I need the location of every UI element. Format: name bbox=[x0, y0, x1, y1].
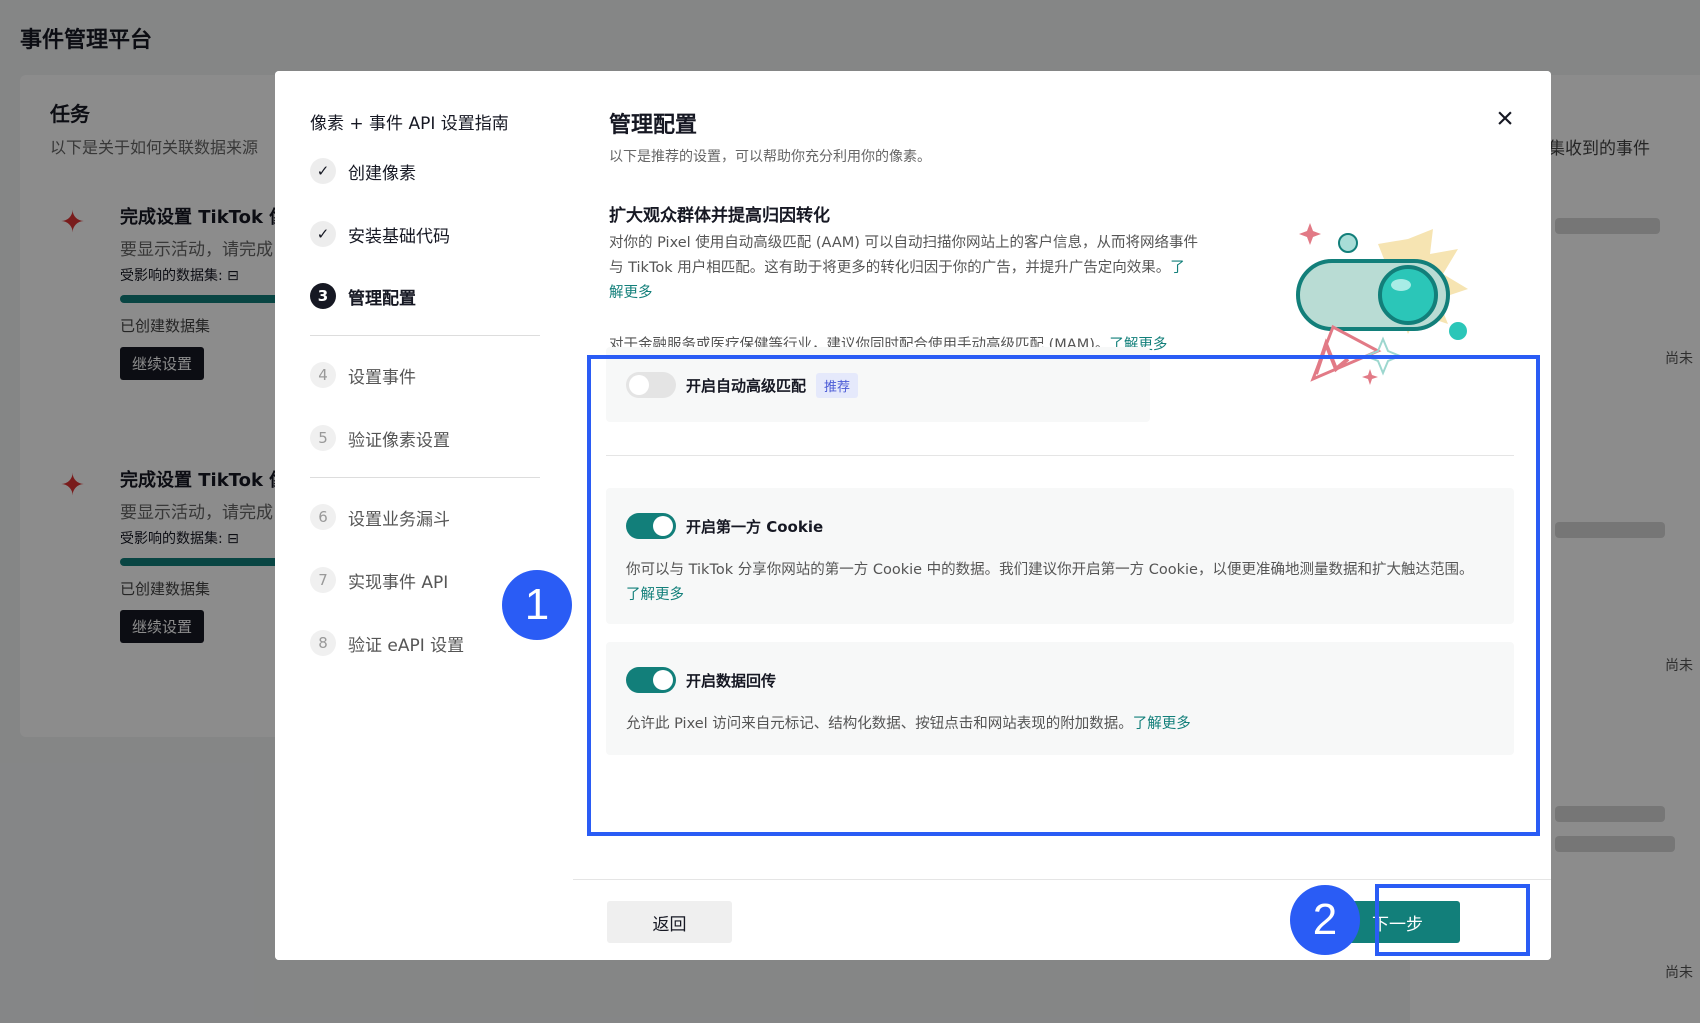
annotation-box-options bbox=[587, 355, 1540, 836]
step-setup-events[interactable]: 4 设置事件 bbox=[310, 362, 416, 388]
close-icon[interactable]: × bbox=[1487, 101, 1523, 137]
step-label: 验证像素设置 bbox=[348, 430, 450, 451]
section-heading: 扩大观众群体并提高归因转化 bbox=[609, 206, 830, 226]
steps-title: 像素 + 事件 API 设置指南 bbox=[310, 114, 509, 134]
annotation-number: 1 bbox=[502, 570, 572, 640]
step-label: 管理配置 bbox=[348, 288, 416, 309]
annotation-box-next bbox=[1375, 884, 1530, 956]
step-label: 实现事件 API bbox=[348, 572, 449, 593]
step-verify-pixel[interactable]: 5 验证像素设置 bbox=[310, 425, 450, 451]
step-create-pixel[interactable]: ✓ 创建像素 bbox=[310, 158, 416, 184]
section-description-text: 对你的 Pixel 使用自动高级匹配 (AAM) 可以自动扫描你网站上的客户信息… bbox=[609, 235, 1199, 276]
step-number: 3 bbox=[310, 283, 336, 309]
step-number: 8 bbox=[310, 630, 336, 656]
step-number: 7 bbox=[310, 567, 336, 593]
step-label: 创建像素 bbox=[348, 163, 416, 184]
step-number: 6 bbox=[310, 504, 336, 530]
step-events-api[interactable]: 7 实现事件 API bbox=[310, 567, 448, 593]
step-manage-config[interactable]: 3 管理配置 bbox=[310, 283, 416, 309]
step-verify-eapi[interactable]: 8 验证 eAPI 设置 bbox=[310, 630, 464, 656]
footer-divider bbox=[573, 879, 1551, 880]
step-number: 5 bbox=[310, 425, 336, 451]
check-icon: ✓ bbox=[310, 221, 336, 247]
step-label: 设置事件 bbox=[348, 367, 416, 388]
step-label: 安装基础代码 bbox=[348, 226, 450, 247]
annotation-number: 2 bbox=[1290, 885, 1360, 955]
back-button[interactable]: 返回 bbox=[607, 901, 732, 943]
section-description: 对你的 Pixel 使用自动高级匹配 (AAM) 可以自动扫描你网站上的客户信息… bbox=[609, 231, 1199, 306]
step-business-funnel[interactable]: 6 设置业务漏斗 bbox=[310, 504, 450, 530]
content-subtitle: 以下是推荐的设置，可以帮助你充分利用你的像素。 bbox=[609, 149, 931, 165]
check-icon: ✓ bbox=[310, 158, 336, 184]
steps-sidebar: 像素 + 事件 API 设置指南 ✓ 创建像素 ✓ 安装基础代码 3 管理配置 … bbox=[275, 71, 573, 960]
divider bbox=[310, 477, 540, 478]
divider bbox=[310, 335, 540, 336]
step-label: 验证 eAPI 设置 bbox=[348, 635, 465, 656]
step-label: 设置业务漏斗 bbox=[348, 509, 450, 530]
step-number: 4 bbox=[310, 362, 336, 388]
content-title: 管理配置 bbox=[609, 113, 698, 138]
step-install-base-code[interactable]: ✓ 安装基础代码 bbox=[310, 221, 450, 247]
